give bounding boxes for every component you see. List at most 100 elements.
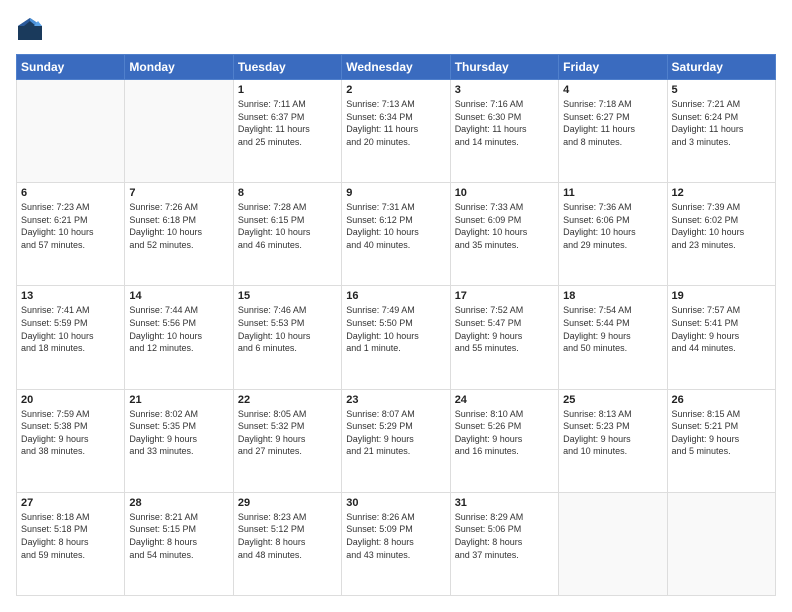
day-number: 23 — [346, 394, 445, 406]
day-number: 15 — [238, 290, 337, 302]
calendar-day-cell: 2Sunrise: 7:13 AM Sunset: 6:34 PM Daylig… — [342, 80, 450, 183]
day-number: 7 — [129, 187, 228, 199]
calendar-day-cell: 27 Sunrise: 8:18 AM Sunset: 5:18 PM Dayli… — [17, 492, 125, 595]
day-info: Sunrise: 7:59 AM Sunset: 5:38 PM Dayligh… — [21, 408, 120, 458]
day-number: 13 — [21, 290, 120, 302]
day-info: Sunrise: 8:21 AM Sunset: 5:15 PM Dayligh… — [129, 511, 228, 561]
day-number: 6 — [21, 187, 120, 199]
day-info: Sunrise: 7:16 AM Sunset: 6:30 PM Dayligh… — [455, 98, 554, 148]
day-number: 18 — [563, 290, 662, 302]
calendar-day-cell: 28Sunrise: 8:21 AM Sunset: 5:15 PM Dayli… — [125, 492, 233, 595]
day-info: Sunrise: 7:54 AM Sunset: 5:44 PM Dayligh… — [563, 304, 662, 354]
calendar-day-cell: 5 Sunrise: 7:21 AM Sunset: 6:24 PM Daylig… — [667, 80, 775, 183]
calendar-day-cell: 31 Sunrise: 8:29 AM Sunset: 5:06 PM Dayli… — [450, 492, 558, 595]
day-info: Sunrise: 7:11 AM Sunset: 6:37 PM Dayligh… — [238, 98, 337, 148]
calendar-week-row: 27 Sunrise: 8:18 AM Sunset: 5:18 PM Dayli… — [17, 492, 776, 595]
day-number: 5 — [672, 84, 771, 96]
calendar-day-cell: 20 Sunrise: 7:59 AM Sunset: 5:38 PM Dayli… — [17, 389, 125, 492]
day-number: 25 — [563, 394, 662, 406]
day-number: 3 — [455, 84, 554, 96]
day-number: 19 — [672, 290, 771, 302]
calendar-day-cell: 25 Sunrise: 8:13 AM Sunset: 5:23 PM Dayli… — [559, 389, 667, 492]
day-number: 10 — [455, 187, 554, 199]
calendar-day-cell: 11 Sunrise: 7:36 AM Sunset: 6:06 PM Dayli… — [559, 183, 667, 286]
weekday-header-thursday: Thursday — [450, 55, 558, 80]
day-number: 27 — [21, 497, 120, 509]
calendar-day-cell: 16 Sunrise: 7:49 AM Sunset: 5:50 PM Dayli… — [342, 286, 450, 389]
weekday-header-friday: Friday — [559, 55, 667, 80]
day-number: 16 — [346, 290, 445, 302]
calendar-day-cell: 18 Sunrise: 7:54 AM Sunset: 5:44 PM Dayli… — [559, 286, 667, 389]
calendar-day-cell: 13 Sunrise: 7:41 AM Sunset: 5:59 PM Dayli… — [17, 286, 125, 389]
calendar-day-cell: 21 Sunrise: 8:02 AM Sunset: 5:35 PM Dayli… — [125, 389, 233, 492]
calendar-day-cell: 4Sunrise: 7:18 AM Sunset: 6:27 PM Daylig… — [559, 80, 667, 183]
day-number: 8 — [238, 187, 337, 199]
calendar-day-cell: 9 Sunrise: 7:31 AM Sunset: 6:12 PM Daylig… — [342, 183, 450, 286]
calendar-day-cell — [559, 492, 667, 595]
day-info: Sunrise: 7:41 AM Sunset: 5:59 PM Dayligh… — [21, 304, 120, 354]
day-number: 21 — [129, 394, 228, 406]
day-info: Sunrise: 7:28 AM Sunset: 6:15 PM Dayligh… — [238, 201, 337, 251]
day-info: Sunrise: 7:23 AM Sunset: 6:21 PM Dayligh… — [21, 201, 120, 251]
day-info: Sunrise: 7:18 AM Sunset: 6:27 PM Dayligh… — [563, 98, 662, 148]
day-info: Sunrise: 8:15 AM Sunset: 5:21 PM Dayligh… — [672, 408, 771, 458]
day-info: Sunrise: 7:36 AM Sunset: 6:06 PM Dayligh… — [563, 201, 662, 251]
day-info: Sunrise: 8:23 AM Sunset: 5:12 PM Dayligh… — [238, 511, 337, 561]
calendar-day-cell: 1 Sunrise: 7:11 AM Sunset: 6:37 PM Daylig… — [233, 80, 341, 183]
page: SundayMondayTuesdayWednesdayThursdayFrid… — [0, 0, 792, 612]
day-info: Sunrise: 7:31 AM Sunset: 6:12 PM Dayligh… — [346, 201, 445, 251]
header — [16, 16, 776, 44]
day-number: 20 — [21, 394, 120, 406]
day-info: Sunrise: 7:44 AM Sunset: 5:56 PM Dayligh… — [129, 304, 228, 354]
calendar-day-cell: 23 Sunrise: 8:07 AM Sunset: 5:29 PM Dayli… — [342, 389, 450, 492]
logo-icon — [16, 16, 44, 44]
day-info: Sunrise: 8:10 AM Sunset: 5:26 PM Dayligh… — [455, 408, 554, 458]
weekday-header-saturday: Saturday — [667, 55, 775, 80]
day-number: 22 — [238, 394, 337, 406]
day-number: 31 — [455, 497, 554, 509]
day-number: 14 — [129, 290, 228, 302]
day-info: Sunrise: 8:18 AM Sunset: 5:18 PM Dayligh… — [21, 511, 120, 561]
weekday-header-row: SundayMondayTuesdayWednesdayThursdayFrid… — [17, 55, 776, 80]
day-number: 1 — [238, 84, 337, 96]
day-info: Sunrise: 7:49 AM Sunset: 5:50 PM Dayligh… — [346, 304, 445, 354]
weekday-header-wednesday: Wednesday — [342, 55, 450, 80]
calendar-week-row: 1 Sunrise: 7:11 AM Sunset: 6:37 PM Daylig… — [17, 80, 776, 183]
calendar-day-cell — [667, 492, 775, 595]
day-info: Sunrise: 8:29 AM Sunset: 5:06 PM Dayligh… — [455, 511, 554, 561]
day-info: Sunrise: 7:33 AM Sunset: 6:09 PM Dayligh… — [455, 201, 554, 251]
calendar-table: SundayMondayTuesdayWednesdayThursdayFrid… — [16, 54, 776, 596]
calendar-day-cell — [125, 80, 233, 183]
calendar-day-cell: 29 Sunrise: 8:23 AM Sunset: 5:12 PM Dayli… — [233, 492, 341, 595]
day-number: 9 — [346, 187, 445, 199]
day-number: 30 — [346, 497, 445, 509]
calendar-day-cell: 30 Sunrise: 8:26 AM Sunset: 5:09 PM Dayli… — [342, 492, 450, 595]
calendar-day-cell: 10 Sunrise: 7:33 AM Sunset: 6:09 PM Dayli… — [450, 183, 558, 286]
weekday-header-sunday: Sunday — [17, 55, 125, 80]
day-number: 11 — [563, 187, 662, 199]
calendar-week-row: 6 Sunrise: 7:23 AM Sunset: 6:21 PM Daylig… — [17, 183, 776, 286]
weekday-header-monday: Monday — [125, 55, 233, 80]
calendar-day-cell: 24Sunrise: 8:10 AM Sunset: 5:26 PM Dayli… — [450, 389, 558, 492]
day-info: Sunrise: 8:26 AM Sunset: 5:09 PM Dayligh… — [346, 511, 445, 561]
calendar-day-cell: 15Sunrise: 7:46 AM Sunset: 5:53 PM Dayli… — [233, 286, 341, 389]
calendar-day-cell: 8 Sunrise: 7:28 AM Sunset: 6:15 PM Daylig… — [233, 183, 341, 286]
calendar-day-cell: 7 Sunrise: 7:26 AM Sunset: 6:18 PM Daylig… — [125, 183, 233, 286]
day-info: Sunrise: 7:13 AM Sunset: 6:34 PM Dayligh… — [346, 98, 445, 148]
calendar-day-cell: 26 Sunrise: 8:15 AM Sunset: 5:21 PM Dayli… — [667, 389, 775, 492]
calendar-day-cell: 17Sunrise: 7:52 AM Sunset: 5:47 PM Dayli… — [450, 286, 558, 389]
calendar-day-cell: 6 Sunrise: 7:23 AM Sunset: 6:21 PM Daylig… — [17, 183, 125, 286]
day-info: Sunrise: 8:05 AM Sunset: 5:32 PM Dayligh… — [238, 408, 337, 458]
day-info: Sunrise: 7:39 AM Sunset: 6:02 PM Dayligh… — [672, 201, 771, 251]
day-info: Sunrise: 8:07 AM Sunset: 5:29 PM Dayligh… — [346, 408, 445, 458]
calendar-day-cell: 19Sunrise: 7:57 AM Sunset: 5:41 PM Dayli… — [667, 286, 775, 389]
day-number: 29 — [238, 497, 337, 509]
day-info: Sunrise: 7:21 AM Sunset: 6:24 PM Dayligh… — [672, 98, 771, 148]
day-info: Sunrise: 8:13 AM Sunset: 5:23 PM Dayligh… — [563, 408, 662, 458]
day-info: Sunrise: 8:02 AM Sunset: 5:35 PM Dayligh… — [129, 408, 228, 458]
day-number: 26 — [672, 394, 771, 406]
calendar-day-cell: 12Sunrise: 7:39 AM Sunset: 6:02 PM Dayli… — [667, 183, 775, 286]
day-info: Sunrise: 7:26 AM Sunset: 6:18 PM Dayligh… — [129, 201, 228, 251]
calendar-day-cell: 3 Sunrise: 7:16 AM Sunset: 6:30 PM Daylig… — [450, 80, 558, 183]
calendar-day-cell — [17, 80, 125, 183]
